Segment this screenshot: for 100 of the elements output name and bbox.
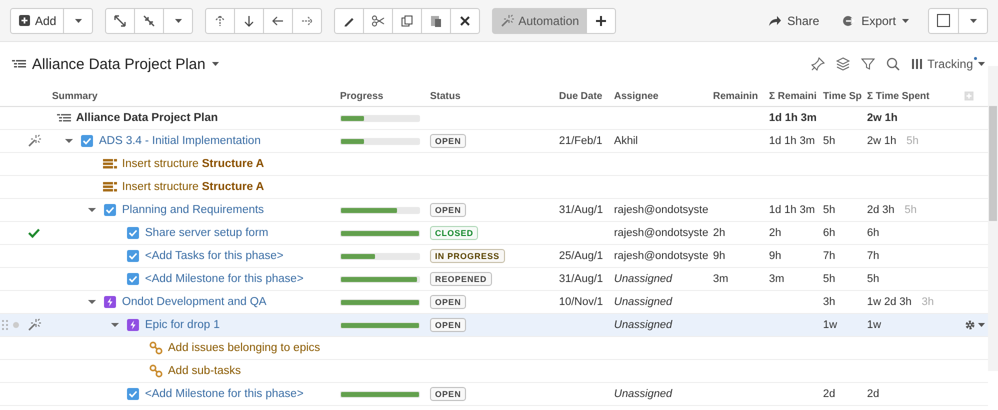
- time-value: 2w 1h: [867, 135, 896, 147]
- status-badge: REOPENED: [430, 272, 492, 286]
- column-header[interactable]: Status: [430, 90, 559, 102]
- table-row[interactable]: Epic for drop 1 OPEN Unassigned 1w 1w: [0, 314, 988, 337]
- outdent-button[interactable]: [263, 8, 294, 34]
- title-caret-icon: [211, 60, 220, 68]
- automation-button[interactable]: Automation: [492, 8, 588, 34]
- time-value: 6h: [823, 227, 836, 239]
- plus-icon: [594, 14, 608, 28]
- assignee-link[interactable]: Akhil: [614, 135, 713, 147]
- move-down-button[interactable]: [234, 8, 264, 34]
- assignee-link[interactable]: rajesh@ondotsyste: [614, 204, 713, 216]
- table-row[interactable]: Add sub-tasks: [0, 360, 988, 383]
- time-value: 2h: [713, 227, 726, 239]
- scrollbar[interactable]: [988, 66, 998, 371]
- expand-arrow-icon[interactable]: [87, 297, 97, 307]
- filter-icon[interactable]: [861, 57, 876, 71]
- column-header[interactable]: Progress: [340, 90, 430, 102]
- column-header[interactable]: Σ Remaini: [769, 90, 823, 102]
- export-button[interactable]: Export: [836, 8, 916, 34]
- table-row[interactable]: Share server setup form CLOSED rajesh@ondotsyste 2h 2h 6h 6h: [0, 222, 988, 245]
- cut-button[interactable]: [363, 8, 394, 34]
- drag-handle-icon[interactable]: [1, 319, 9, 331]
- layout-button[interactable]: [928, 8, 959, 34]
- structure-title: Alliance Data Project Plan: [76, 112, 218, 124]
- issue-link[interactable]: <Add Milestone for this phase>: [145, 273, 304, 285]
- layers-icon[interactable]: [836, 57, 850, 71]
- copy-button[interactable]: [392, 8, 422, 34]
- table-row[interactable]: ADS 3.4 - Initial Implementation OPEN 21/Feb/1 Akhil 1d 1h 3m 5h 2w 1h 5h: [0, 130, 988, 153]
- assignee-text: Unassigned: [614, 273, 674, 285]
- table-row[interactable]: Insert structure Structure A: [0, 176, 988, 199]
- columns-icon: [911, 57, 924, 71]
- assignee-link[interactable]: rajesh@ondotsyste: [614, 227, 713, 239]
- caret-icon: [901, 16, 910, 24]
- expand-arrow-icon[interactable]: [110, 320, 120, 330]
- paste-button[interactable]: [421, 8, 452, 34]
- time-value: 6h: [867, 227, 880, 239]
- issue-link[interactable]: Share server setup form: [145, 227, 268, 239]
- issue-link[interactable]: Planning and Requirements: [122, 204, 264, 216]
- plus-square-icon: [18, 14, 31, 27]
- issue-link[interactable]: ADS 3.4 - Initial Implementation: [99, 135, 261, 147]
- table-row[interactable]: Insert structure Structure A: [0, 153, 988, 176]
- column-header[interactable]: Σ Time Spent: [867, 90, 964, 102]
- issue-link[interactable]: Epic for drop 1: [145, 319, 220, 331]
- column-header[interactable]: Due Date: [559, 90, 614, 102]
- table-row[interactable]: <Add Milestone for this phase> OPEN Unassigned 2d 2d: [0, 383, 988, 406]
- clipboard-icon: [429, 14, 444, 28]
- time-value: 5h: [867, 273, 880, 285]
- caret-icon: [74, 16, 83, 24]
- column-header[interactable]: Summary: [52, 90, 340, 102]
- delete-button[interactable]: [450, 8, 480, 34]
- issue-link[interactable]: <Add Tasks for this phase>: [145, 250, 284, 262]
- time-value: 5h: [823, 204, 836, 216]
- share-button[interactable]: Share: [762, 8, 826, 34]
- issue-link[interactable]: Ondot Development and QA: [122, 296, 266, 308]
- column-header[interactable]: Time Sp: [823, 90, 867, 102]
- time-note: 5h: [904, 204, 917, 216]
- structure-title[interactable]: Alliance Data Project Plan: [32, 56, 206, 72]
- time-value: 2d: [823, 388, 836, 400]
- settings-icon[interactable]: [964, 319, 976, 331]
- table-row[interactable]: <Add Milestone for this phase> REOPENED 31/Aug/1 Unassigned 3m 3m 5h 5h: [0, 268, 988, 291]
- column-header[interactable]: Assignee: [614, 90, 713, 102]
- edit-button[interactable]: [334, 8, 364, 34]
- add-button[interactable]: Add: [10, 8, 64, 34]
- view-selector[interactable]: Tracking: [911, 57, 986, 71]
- generator-label[interactable]: Add sub-tasks: [168, 365, 241, 377]
- scrollbar-thumb[interactable]: [989, 106, 997, 221]
- expand-arrow-icon[interactable]: [87, 205, 97, 215]
- table-row[interactable]: Alliance Data Project Plan 1d 1h 3m 2w 1h: [0, 107, 988, 130]
- right-arrow-icon: [300, 14, 314, 28]
- table-row[interactable]: <Add Tasks for this phase> IN PROGRESS 25/Aug/1 rajesh@ondotsyste 9h 9h 7h 7h: [0, 245, 988, 268]
- issue-link[interactable]: <Add Milestone for this phase>: [145, 388, 304, 400]
- time-note: 3h: [922, 296, 934, 308]
- status-badge: OPEN: [430, 295, 466, 309]
- table-row[interactable]: Add issues belonging to epics: [0, 337, 988, 360]
- time-value: 2w 1h: [867, 112, 898, 124]
- left-arrow-icon: [271, 14, 286, 28]
- due-date: 31/Aug/1: [559, 273, 604, 285]
- assignee-link[interactable]: rajesh@ondotsyste: [614, 250, 713, 262]
- column-header[interactable]: Remainin: [713, 90, 769, 102]
- generator-label[interactable]: Add issues belonging to epics: [168, 342, 320, 354]
- export-icon: [842, 14, 856, 28]
- add-automation-button[interactable]: [586, 8, 616, 34]
- share-arrow-icon: [768, 14, 782, 28]
- time-value: 9h: [713, 250, 726, 262]
- caret-icon: [977, 60, 986, 68]
- generator-label[interactable]: Insert structure Structure A: [122, 158, 264, 170]
- table-row[interactable]: Planning and Requirements OPEN 31/Aug/1 rajesh@ondotsyste 1d 1h 3m 5h 2d 3h 5h: [0, 199, 988, 222]
- time-value: 2d: [867, 388, 880, 400]
- generator-label[interactable]: Insert structure Structure A: [122, 181, 264, 193]
- pin-icon[interactable]: [811, 57, 826, 71]
- time-value: 7h: [867, 250, 880, 262]
- assignee-text: Unassigned: [614, 319, 674, 331]
- expand-arrow-icon[interactable]: [64, 136, 74, 146]
- due-date: 21/Feb/1: [559, 135, 604, 147]
- expand-button[interactable]: [105, 8, 136, 34]
- search-icon[interactable]: [886, 57, 900, 71]
- copy-icon: [400, 14, 414, 28]
- status-badge: IN PROGRESS: [430, 249, 505, 263]
- collapse-button[interactable]: [134, 8, 164, 34]
